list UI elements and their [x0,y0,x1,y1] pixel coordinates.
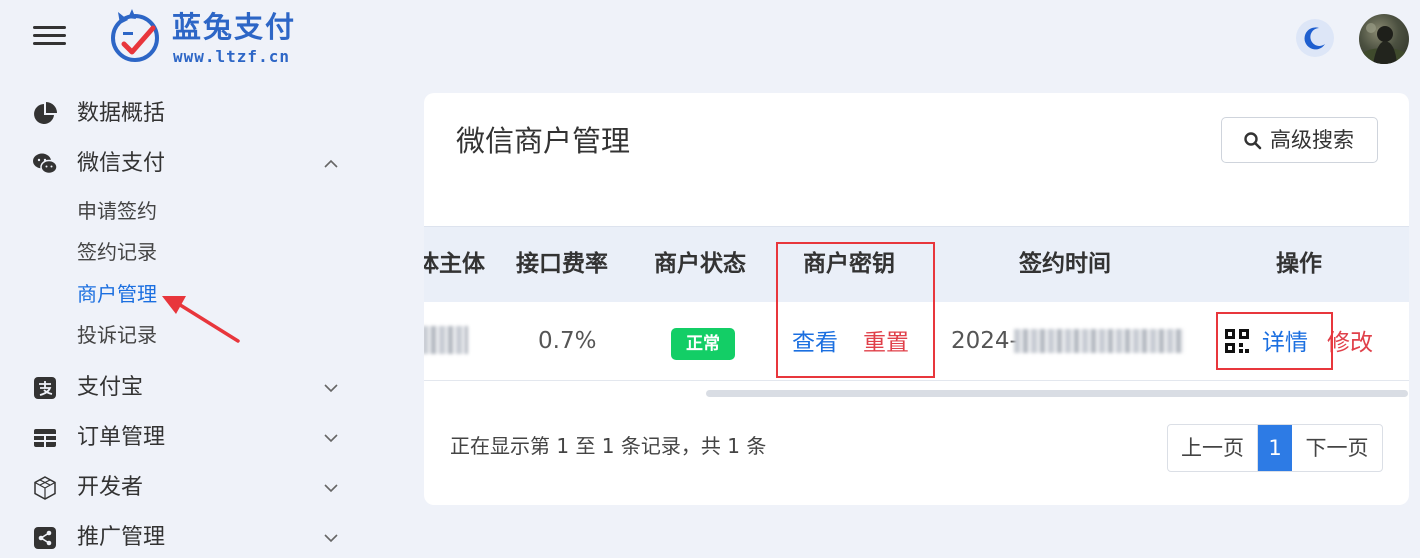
redacted-sign-time [1014,329,1184,353]
chevron-down-icon [324,534,338,543]
sidebar-item-promotion[interactable]: 推广管理 [0,515,370,558]
top-bar: 蓝兔支付 www.ltzf.cn [0,0,1420,78]
moon-icon [1304,27,1325,50]
logo[interactable]: 蓝兔支付 www.ltzf.cn [108,8,308,68]
pagination: 上一页 1 下一页 [1167,424,1383,472]
advanced-search-button[interactable]: 高级搜索 [1221,117,1378,163]
table-icon [34,429,56,447]
logo-url: www.ltzf.cn [173,47,290,66]
sidebar-item-label: 推广管理 [77,525,166,550]
search-icon [1244,132,1262,150]
wechat-icon [33,153,57,175]
chevron-down-icon [324,434,338,443]
sidebar-item-developer[interactable]: 开发者 [0,465,370,511]
sidebar-item-label: 支付宝 [77,375,144,400]
highlight-box-actions [1216,312,1333,370]
rabbit-logo-icon [111,9,159,62]
user-avatar[interactable] [1359,14,1409,64]
status-badge: 正常 [671,328,735,360]
column-header-sign-time: 签约时间 [1019,251,1111,277]
sidebar-subitem-complaints[interactable]: 投诉记录 [77,322,157,348]
redacted-subject [424,326,468,354]
column-header-rate: 接口费率 [516,251,608,277]
horizontal-scrollbar[interactable] [706,390,1408,397]
sidebar-item-overview[interactable]: 数据概括 [0,91,370,137]
chevron-down-icon [324,384,338,393]
highlight-box-merchant-key [776,242,935,378]
column-header-actions: 操作 [1276,251,1322,277]
chevron-down-icon [324,484,338,493]
hamburger-icon[interactable] [33,26,66,46]
rate-cell: 0.7% [538,328,597,354]
column-header-subject: 体主体 [424,251,485,277]
pagination-info: 正在显示第 1 至 1 条记录，共 1 条 [450,434,767,458]
share-icon [34,527,56,549]
chevron-up-icon [324,159,338,168]
sidebar-subitem-merchant-management[interactable]: 商户管理 [77,281,157,307]
sidebar-item-label: 微信支付 [77,151,166,176]
sidebar-subitem-apply[interactable]: 申请签约 [77,198,157,224]
cube-icon [34,476,56,500]
sign-time-cell: 2024- [951,328,1018,354]
prev-page-button[interactable]: 上一页 [1168,425,1258,471]
sidebar-item-label: 数据概括 [77,101,166,126]
edit-link[interactable]: 修改 [1327,328,1373,358]
sidebar-item-label: 开发者 [77,475,144,500]
page-title: 微信商户管理 [456,124,631,158]
pie-chart-icon [34,102,57,124]
sidebar-item-orders[interactable]: 订单管理 [0,415,370,461]
alipay-icon [34,377,56,399]
theme-toggle-button[interactable] [1296,19,1334,57]
logo-title: 蓝兔支付 [172,10,297,44]
sidebar-item-label: 订单管理 [77,425,166,450]
next-page-button[interactable]: 下一页 [1292,425,1382,471]
sidebar-item-alipay[interactable]: 支付宝 [0,365,370,411]
page-1-button[interactable]: 1 [1258,425,1292,471]
sidebar-subitem-sign-records[interactable]: 签约记录 [77,239,157,265]
column-header-status: 商户状态 [654,251,746,277]
sidebar-item-wechat-pay[interactable]: 微信支付 [0,141,370,187]
advanced-search-label: 高级搜索 [1270,128,1354,152]
